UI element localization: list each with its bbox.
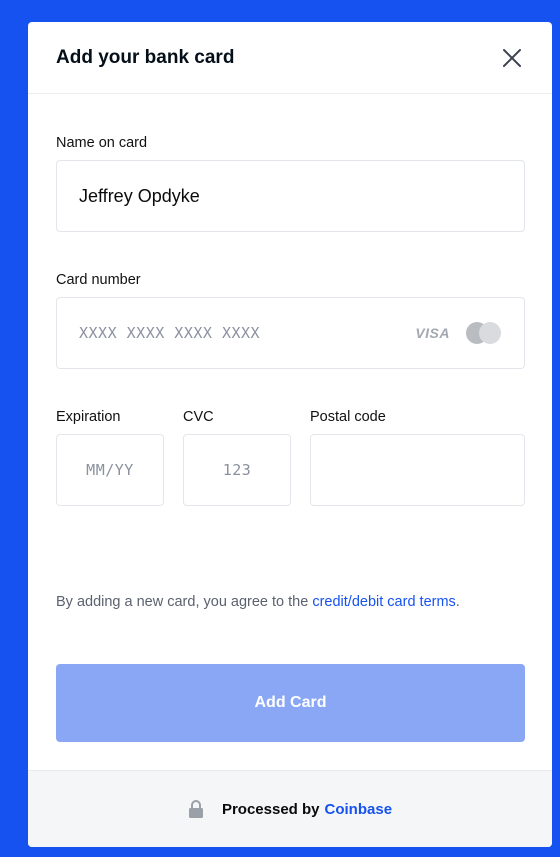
terms-suffix: . xyxy=(455,594,460,610)
cvc-field xyxy=(183,434,291,506)
cvc-input[interactable] xyxy=(184,435,290,505)
cvc-label: CVC xyxy=(183,409,214,425)
name-on-card-input[interactable] xyxy=(57,161,524,231)
add-card-modal: Add your bank card Name on card Card num… xyxy=(28,22,552,847)
coinbase-link[interactable]: Coinbase xyxy=(325,801,393,818)
postal-code-input[interactable] xyxy=(311,435,524,505)
card-number-field: VISA xyxy=(56,297,525,369)
expiration-field xyxy=(56,434,164,506)
terms-text: By adding a new card, you agree to the c… xyxy=(56,590,525,614)
modal-footer: Processed by Coinbase xyxy=(28,770,552,847)
terms-prefix: By adding a new card, you agree to the xyxy=(56,594,313,610)
postal-code-label: Postal code xyxy=(310,409,386,425)
modal-header: Add your bank card xyxy=(28,22,552,94)
postal-code-field xyxy=(310,434,525,506)
lock-icon xyxy=(188,800,204,818)
close-icon[interactable] xyxy=(500,46,524,70)
processed-by-text: Processed by Coinbase xyxy=(222,801,392,818)
expiration-label: Expiration xyxy=(56,409,121,425)
name-on-card-field xyxy=(56,160,525,232)
card-brands: VISA xyxy=(415,298,502,368)
name-on-card-label: Name on card xyxy=(56,135,148,151)
modal-title: Add your bank card xyxy=(56,46,235,68)
expiration-input[interactable] xyxy=(57,435,163,505)
card-number-label: Card number xyxy=(56,272,141,288)
visa-logo: VISA xyxy=(415,325,450,341)
terms-link[interactable]: credit/debit card terms xyxy=(312,594,455,610)
processed-by-label: Processed by xyxy=(221,800,320,818)
add-card-button[interactable]: Add Card xyxy=(56,664,525,742)
mastercard-icon xyxy=(466,322,502,344)
